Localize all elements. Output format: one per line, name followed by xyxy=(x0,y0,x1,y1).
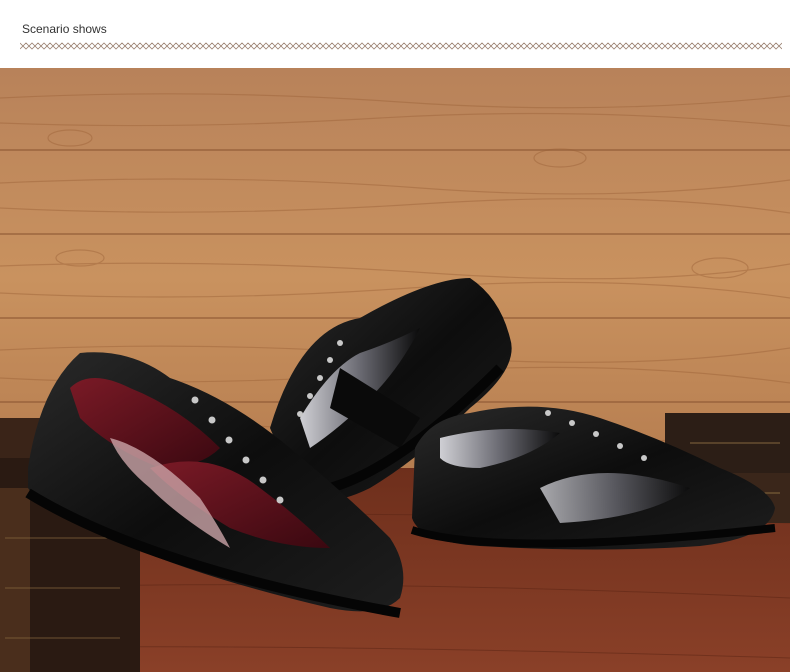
product-scene-photo xyxy=(0,68,790,672)
section-header: Scenario shows xyxy=(0,0,790,68)
section-title: Scenario shows xyxy=(22,22,107,36)
scene-illustration xyxy=(0,68,790,672)
zigzag-divider xyxy=(20,42,782,50)
